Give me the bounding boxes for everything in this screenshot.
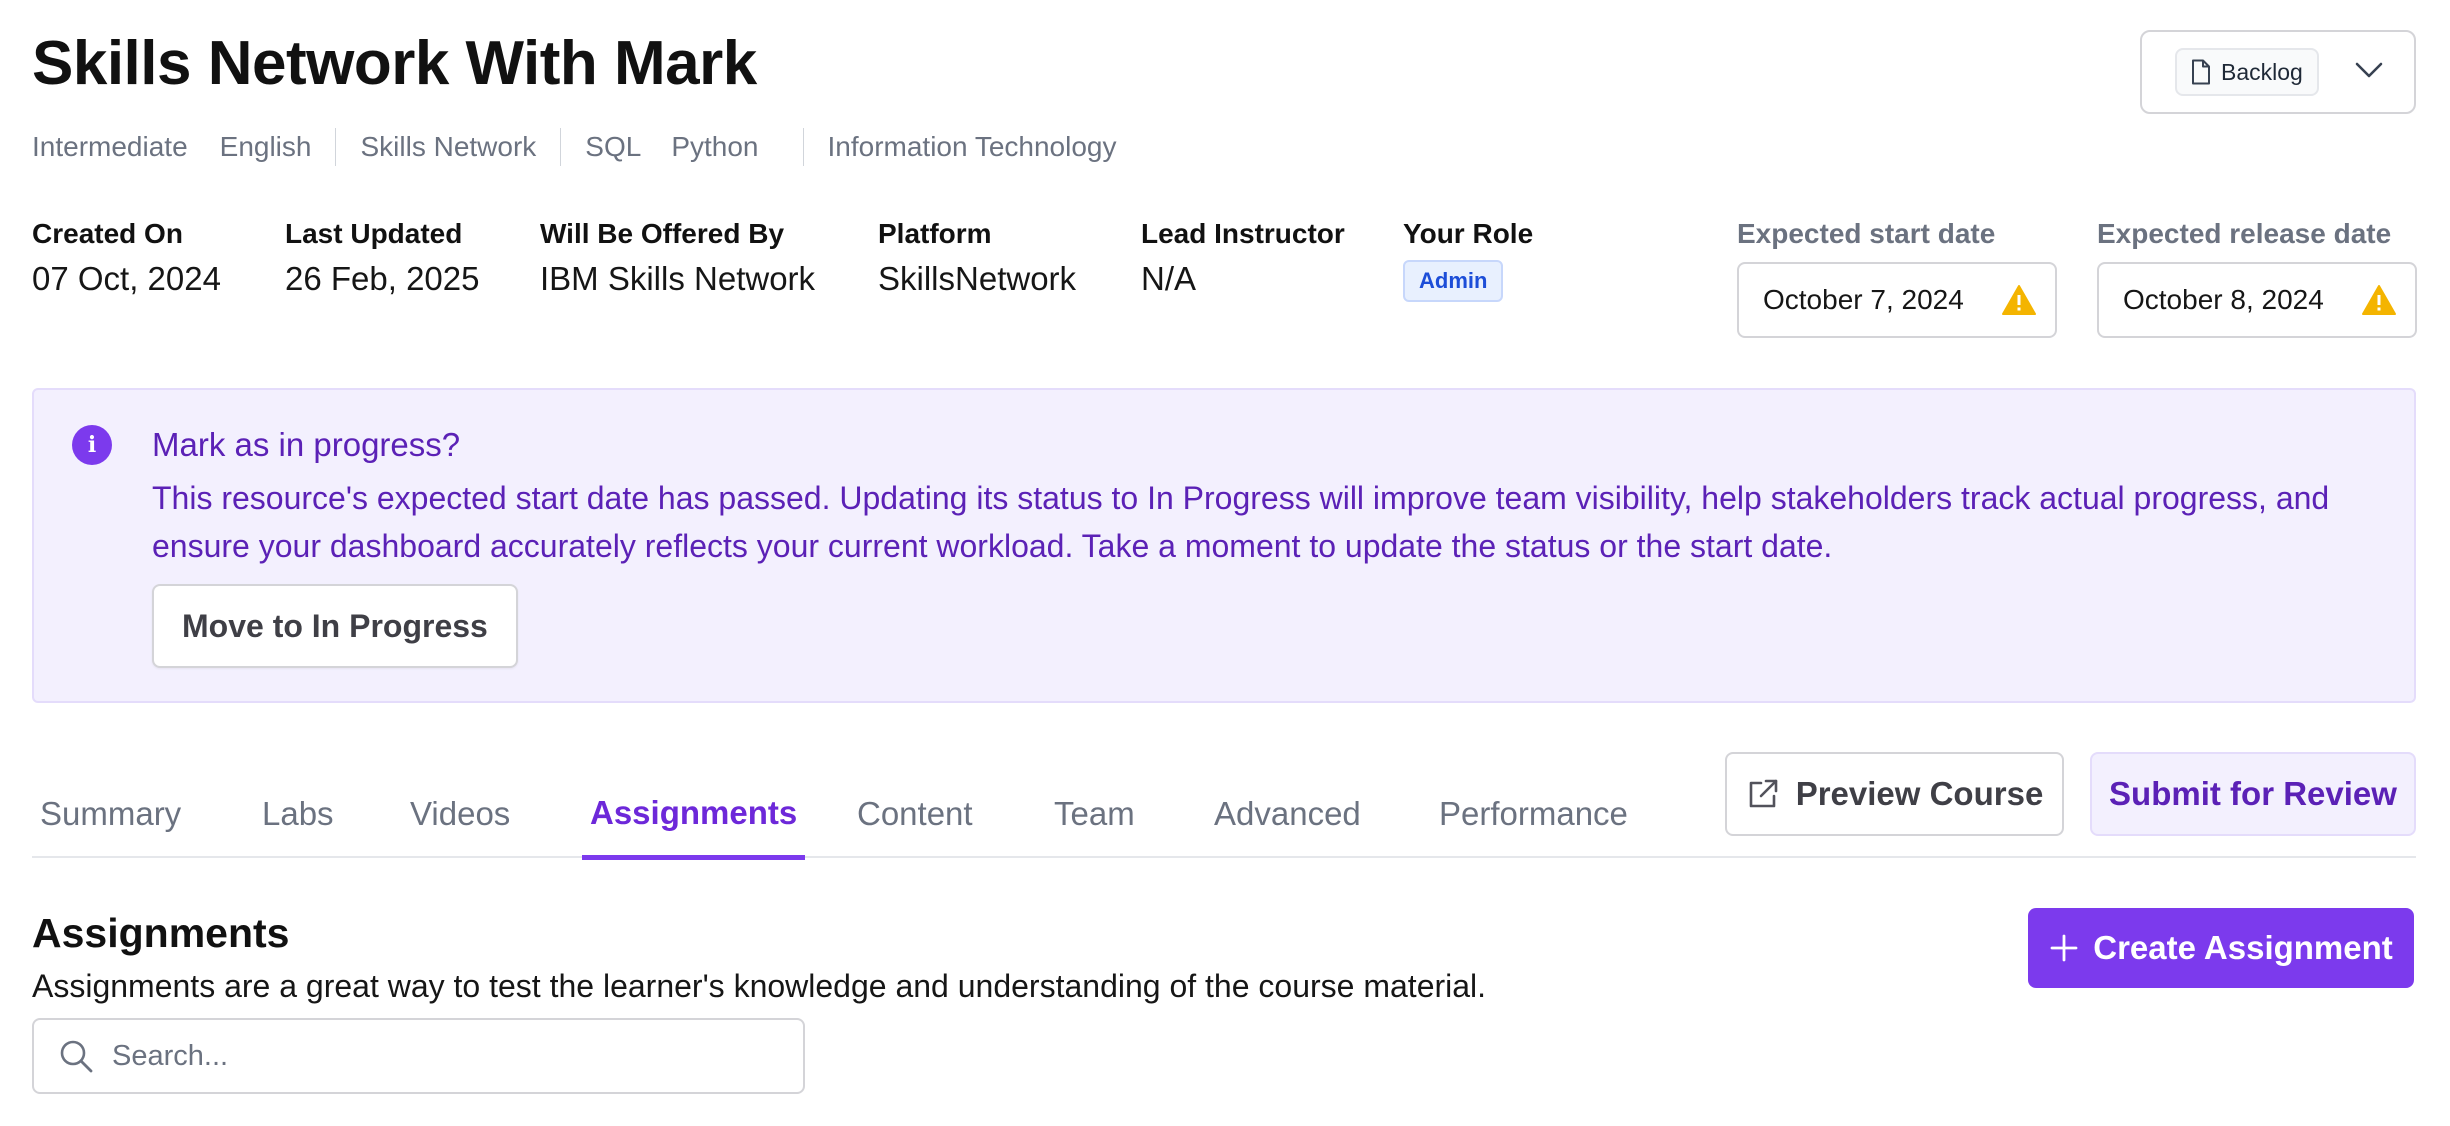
meta-value: IBM Skills Network — [540, 260, 816, 297]
meta-value: 26 Feb, 2025 — [285, 260, 480, 297]
meta-value: 07 Oct, 2024 — [32, 260, 221, 297]
tab-performance[interactable]: Performance — [1431, 770, 1636, 858]
tag-level: Intermediate — [32, 131, 188, 162]
banner-text: This resource's expected start date has … — [152, 480, 2330, 564]
preview-course-button[interactable]: Preview Course — [1725, 752, 2064, 836]
tag-divider — [802, 128, 804, 166]
banner-title: Mark as in progress? — [152, 426, 461, 463]
course-tags: Intermediate English Skills Network SQL … — [32, 128, 1117, 166]
start-date-label: Expected start date — [1737, 218, 1996, 249]
release-date-label: Expected release date — [2097, 218, 2392, 249]
meta-label: Will Be Offered By — [540, 218, 785, 249]
meta-label: Last Updated — [285, 218, 463, 249]
create-assignment-button[interactable]: Create Assignment — [2028, 908, 2414, 988]
tag-skill-python: Python — [671, 131, 759, 162]
meta-your-role: Your Role Admin — [1403, 218, 1533, 302]
status-chip: Backlog — [2175, 48, 2319, 96]
release-date-field[interactable]: October 8, 2024 — [2097, 262, 2417, 338]
tag-language: English — [219, 131, 312, 162]
preview-course-label: Preview Course — [1795, 775, 2044, 812]
tab-team[interactable]: Team — [1046, 770, 1143, 858]
meta-platform: Platform SkillsNetwork — [878, 218, 1076, 298]
meta-label: Lead Instructor — [1141, 218, 1345, 249]
release-date-value: October 8, 2024 — [2123, 284, 2324, 315]
meta-label: Created On — [32, 218, 183, 249]
chevron-down-icon[interactable] — [2355, 60, 2383, 80]
tag-divider — [335, 128, 337, 166]
start-date-value: October 7, 2024 — [1763, 284, 1964, 315]
meta-last-updated: Last Updated 26 Feb, 2025 — [285, 218, 480, 298]
tab-videos[interactable]: Videos — [402, 770, 518, 858]
tab-content[interactable]: Content — [849, 770, 981, 858]
role-badge: Admin — [1403, 260, 1504, 302]
search-input[interactable] — [112, 1039, 792, 1073]
warning-icon — [2362, 285, 2396, 315]
page-title: Skills Network With Mark — [32, 29, 757, 98]
tab-assignments[interactable]: Assignments — [582, 770, 806, 860]
warning-icon — [2002, 285, 2036, 315]
info-icon: i — [72, 425, 112, 465]
document-icon — [2192, 59, 2210, 85]
tab-advanced[interactable]: Advanced — [1206, 770, 1369, 858]
plus-icon — [2050, 934, 2078, 962]
search-box — [32, 1018, 805, 1094]
tab-labs[interactable]: Labs — [254, 770, 342, 858]
meta-value: N/A — [1141, 260, 1197, 297]
meta-lead-instructor: Lead Instructor N/A — [1141, 218, 1345, 298]
meta-offered-by: Will Be Offered By IBM Skills Network — [540, 218, 815, 298]
meta-value: SkillsNetwork — [878, 260, 1077, 297]
start-date-field[interactable]: October 7, 2024 — [1737, 262, 2057, 338]
move-to-in-progress-button[interactable]: Move to In Progress — [152, 584, 518, 668]
submit-for-review-button[interactable]: Submit for Review — [2090, 752, 2416, 836]
search-icon — [60, 1040, 93, 1073]
tag-divider — [560, 128, 562, 166]
section-title: Assignments — [32, 910, 290, 956]
progress-banner: i Mark as in progress? This resource's e… — [32, 388, 2416, 703]
create-assignment-label: Create Assignment — [2093, 929, 2393, 966]
external-link-icon — [1749, 779, 1777, 808]
meta-label: Platform — [878, 218, 992, 249]
meta-created-on: Created On 07 Oct, 2024 — [32, 218, 221, 298]
section-description: Assignments are a great way to test the … — [32, 968, 1487, 1004]
tag-category: Information Technology — [827, 131, 1117, 162]
meta-label: Your Role — [1403, 218, 1534, 249]
tag-skill-sql: SQL — [585, 131, 642, 162]
tab-summary[interactable]: Summary — [32, 770, 189, 858]
tag-provider: Skills Network — [360, 131, 537, 162]
status-label: Backlog — [2221, 58, 2303, 85]
